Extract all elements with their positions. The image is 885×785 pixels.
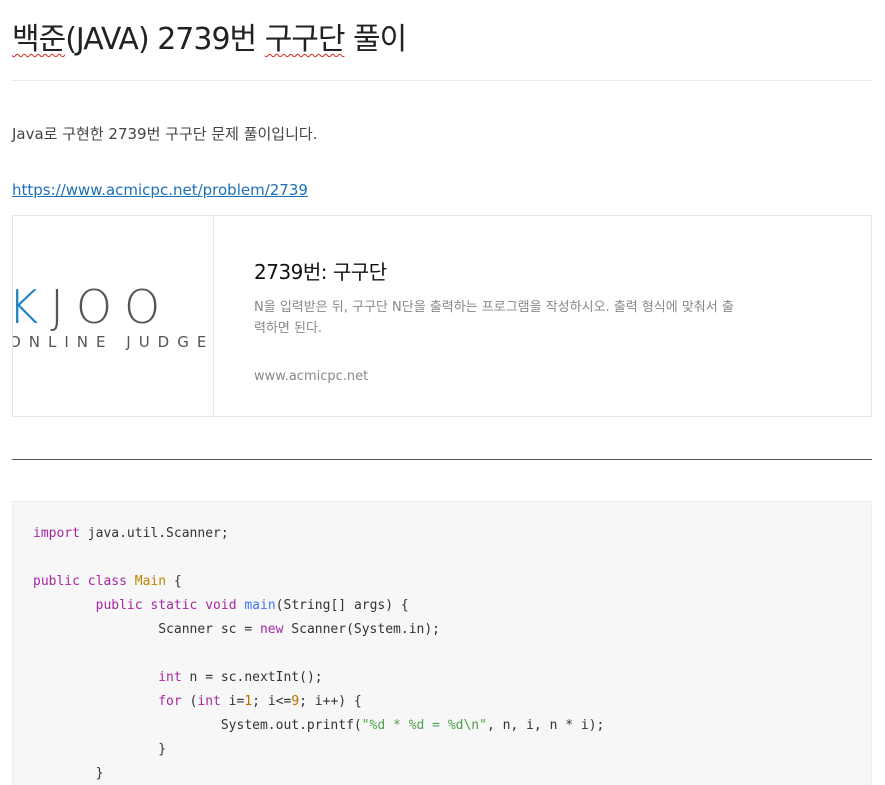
code-token: int — [197, 694, 221, 709]
link-preview-card[interactable]: EKJOO ONLINE JUDGE 2739번: 구구단 N을 입력받은 뒤,… — [12, 215, 872, 417]
code-token: class — [87, 574, 127, 589]
code-token: int — [158, 670, 182, 685]
code-token: System.out.printf( — [33, 718, 362, 733]
code-token: { — [166, 574, 182, 589]
code-line: Scanner sc = new Scanner(System.in); — [33, 618, 604, 642]
code-line: } — [33, 738, 604, 762]
code-line: public static void main(String[] args) { — [33, 594, 604, 618]
problem-link[interactable]: https://www.acmicpc.net/problem/2739 — [12, 181, 308, 199]
code-token: main — [244, 598, 276, 613]
post-title-middle: (JAVA) 2739번 — [65, 22, 265, 57]
code-token: "%d * %d = %d\n" — [361, 718, 487, 733]
link-preview-description: N을 입력받은 뒤, 구구단 N단을 출력하는 프로그램을 작성하시오. 출력 … — [254, 300, 734, 336]
code-token: new — [259, 622, 284, 637]
post-title-suffix: 풀이 — [344, 22, 407, 57]
code-token: ; i++) { — [299, 694, 362, 709]
title-divider — [12, 80, 872, 81]
code-token: public — [33, 574, 80, 589]
code-token: } — [33, 742, 167, 757]
logo-subtitle: ONLINE JUDGE — [13, 333, 213, 351]
blog-post-page: 백준(JAVA) 2739번 구구단 풀이 Java로 구현한 2739번 구구… — [0, 0, 885, 785]
code-token: public — [95, 598, 143, 613]
code-line: } — [33, 762, 604, 785]
logo-letter: K — [13, 280, 50, 334]
code-token: Scanner(System.in); — [283, 622, 441, 637]
baekjoon-logo: EKJOO ONLINE JUDGE — [13, 280, 213, 351]
code-token: Scanner sc = — [33, 622, 260, 637]
logo-letter: O — [76, 280, 124, 334]
code-token: java.util.Scanner; — [79, 526, 229, 541]
post-intro: Java로 구현한 2739번 구구단 문제 풀이입니다. — [12, 125, 318, 143]
link-preview-host: www.acmicpc.net — [254, 369, 369, 384]
link-preview-title: 2739번: 구구단 — [254, 260, 387, 284]
code-line: import java.util.Scanner; — [33, 522, 604, 546]
code-token: i= — [220, 694, 245, 709]
link-preview-body: 2739번: 구구단 N을 입력받은 뒤, 구구단 N단을 출력하는 프로그램을… — [254, 256, 734, 384]
code-content: import java.util.Scanner; public class M… — [33, 522, 604, 785]
code-token: 1 — [244, 694, 253, 709]
code-line: System.out.printf("%d * %d = %d\n", n, i… — [33, 714, 605, 738]
code-line: for (int i=1; i<=9; i++) { — [33, 690, 604, 714]
post-title-squiggle: 구구단 — [264, 22, 346, 57]
code-token: void — [205, 598, 237, 613]
code-token: , n, i, n * i); — [486, 718, 605, 733]
code-token: static — [150, 598, 198, 613]
code-token: Main — [134, 574, 167, 589]
code-token: ( — [181, 694, 198, 709]
post-title-prefix: 백준 — [12, 22, 66, 57]
code-token: (String[] args) { — [275, 598, 409, 613]
logo-wordmark: EKJOO — [13, 280, 172, 334]
post-title: 백준(JAVA) 2739번 구구단 풀이 — [12, 14, 407, 58]
link-preview-thumbnail: EKJOO ONLINE JUDGE — [13, 216, 214, 416]
code-token: } — [33, 766, 104, 781]
code-token: ; i<= — [252, 694, 292, 709]
code-line: public class Main { — [33, 570, 604, 594]
logo-letter: O — [124, 280, 172, 334]
code-token: import — [33, 526, 80, 541]
code-token: for — [158, 694, 182, 709]
code-line: int n = sc.nextInt(); — [33, 666, 604, 690]
logo-letter: J — [50, 280, 76, 334]
code-token: 9 — [291, 694, 300, 709]
horizontal-rule — [12, 459, 872, 460]
code-token: n = sc.nextInt(); — [181, 670, 323, 685]
code-block: import java.util.Scanner; public class M… — [12, 501, 872, 785]
